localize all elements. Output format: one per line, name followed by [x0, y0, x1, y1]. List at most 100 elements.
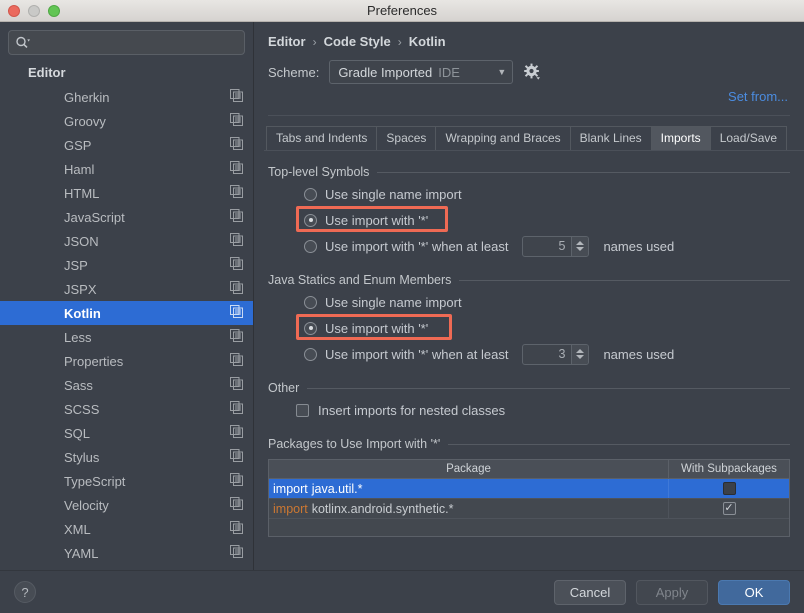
- sidebar-item-properties[interactable]: Properties: [0, 349, 253, 373]
- tab-blank-lines[interactable]: Blank Lines: [569, 126, 652, 150]
- sidebar-item-gherkin[interactable]: Gherkin: [0, 85, 253, 109]
- radio-icon[interactable]: [304, 295, 317, 309]
- option-label: Use import with '*': [325, 320, 429, 336]
- copy-scheme-icon[interactable]: [230, 545, 243, 561]
- breadcrumb-item-1[interactable]: Code Style: [324, 34, 391, 49]
- option-insert-imports-nested-classes[interactable]: Insert imports for nested classes: [268, 397, 790, 423]
- top-level-threshold-stepper[interactable]: 5: [522, 235, 590, 257]
- sidebar-item-json[interactable]: JSON: [0, 229, 253, 253]
- sidebar-item-yaml[interactable]: YAML: [0, 541, 253, 565]
- radio-icon[interactable]: [304, 321, 317, 335]
- sidebar-item-jspx[interactable]: JSPX: [0, 277, 253, 301]
- option-top-level-star-threshold[interactable]: Use import with '*' when at least 5 name…: [268, 233, 790, 259]
- radio-icon[interactable]: [304, 187, 317, 201]
- copy-scheme-icon[interactable]: [230, 161, 243, 177]
- group-title: Other: [268, 381, 300, 395]
- table-row[interactable]: import kotlinx.android.synthetic.* ✓: [269, 499, 789, 519]
- sidebar-item-html[interactable]: HTML: [0, 181, 253, 205]
- sidebar-item-scss[interactable]: SCSS: [0, 397, 253, 421]
- scheme-dropdown[interactable]: Gradle Imported IDE ▼: [329, 60, 514, 84]
- option-top-level-star-import[interactable]: Use import with '*': [268, 206, 790, 233]
- column-header-package[interactable]: Package: [269, 460, 668, 478]
- search-box[interactable]: [8, 30, 245, 55]
- copy-scheme-icon[interactable]: [230, 377, 243, 393]
- tab-wrapping-and-braces[interactable]: Wrapping and Braces: [435, 126, 571, 150]
- checkbox-icon[interactable]: [296, 403, 309, 417]
- search-icon: [15, 36, 30, 49]
- sidebar-item-velocity[interactable]: Velocity: [0, 493, 253, 517]
- cancel-button[interactable]: Cancel: [554, 579, 626, 605]
- option-top-level-single-name[interactable]: Use single name import: [268, 181, 790, 207]
- option-java-statics-single-name[interactable]: Use single name import: [268, 289, 790, 315]
- copy-scheme-icon[interactable]: [230, 113, 243, 129]
- copy-scheme-icon[interactable]: [230, 185, 243, 201]
- copy-scheme-icon[interactable]: [230, 401, 243, 417]
- stepper-value: 3: [558, 346, 566, 361]
- sidebar-item-gsp[interactable]: GSP: [0, 133, 253, 157]
- copy-scheme-icon[interactable]: [230, 353, 243, 369]
- copy-scheme-icon[interactable]: [230, 449, 243, 465]
- sidebar-item-label: SCSS: [64, 401, 100, 417]
- tab-tabs-and-indents[interactable]: Tabs and Indents: [266, 126, 378, 150]
- ok-button[interactable]: OK: [718, 579, 790, 605]
- stepper-suffix-label: names used: [603, 238, 675, 254]
- search-input[interactable]: [30, 34, 238, 51]
- copy-scheme-icon[interactable]: [230, 89, 243, 105]
- stepper-down-icon[interactable]: [576, 355, 585, 359]
- column-header-with-subpackages[interactable]: With Subpackages: [668, 460, 789, 478]
- cell-package[interactable]: import java.util.*: [269, 479, 668, 498]
- sidebar-item-kotlin[interactable]: Kotlin: [0, 301, 253, 325]
- stepper-value: 5: [558, 238, 566, 253]
- cell-with-subpackages[interactable]: [668, 479, 789, 498]
- copy-scheme-icon[interactable]: [230, 425, 243, 441]
- package-name: java.util.*: [311, 481, 363, 496]
- stepper-arrows[interactable]: [571, 236, 589, 256]
- checkbox-icon[interactable]: [722, 482, 736, 495]
- sidebar-item-sass[interactable]: Sass: [0, 373, 253, 397]
- copy-scheme-icon[interactable]: [230, 281, 243, 297]
- copy-scheme-icon[interactable]: [230, 305, 243, 321]
- copy-scheme-icon[interactable]: [230, 329, 243, 345]
- checkbox-icon[interactable]: ✓: [722, 502, 736, 515]
- copy-scheme-icon[interactable]: [230, 521, 243, 537]
- set-from-link[interactable]: Set from...: [728, 89, 788, 109]
- copy-scheme-icon[interactable]: [230, 497, 243, 513]
- copy-scheme-icon[interactable]: [230, 233, 243, 249]
- help-button[interactable]: ?: [14, 581, 36, 603]
- sidebar-item-jsp[interactable]: JSP: [0, 253, 253, 277]
- sidebar-item-javascript[interactable]: JavaScript: [0, 205, 253, 229]
- sidebar-item-sql[interactable]: SQL: [0, 421, 253, 445]
- breadcrumb-item-0[interactable]: Editor: [268, 34, 306, 49]
- scheme-row: Scheme: Gradle Imported IDE ▼: [254, 57, 804, 87]
- option-java-statics-star-import[interactable]: Use import with '*': [268, 314, 790, 341]
- sidebar-item-haml[interactable]: Haml: [0, 157, 253, 181]
- sidebar-item-label: XML: [64, 521, 91, 537]
- option-java-statics-star-threshold[interactable]: Use import with '*' when at least 3 name…: [268, 341, 790, 367]
- tab-load-save[interactable]: Load/Save: [709, 126, 788, 150]
- apply-button[interactable]: Apply: [636, 579, 708, 605]
- breadcrumb-item-2: Kotlin: [408, 34, 446, 49]
- cell-with-subpackages[interactable]: ✓: [668, 499, 789, 518]
- sidebar-item-less[interactable]: Less: [0, 325, 253, 349]
- tab-spaces[interactable]: Spaces: [376, 126, 437, 150]
- copy-scheme-icon[interactable]: [230, 473, 243, 489]
- radio-icon[interactable]: [304, 347, 317, 361]
- gear-icon[interactable]: [523, 63, 541, 81]
- radio-icon[interactable]: [304, 213, 317, 227]
- stepper-up-icon[interactable]: [576, 241, 585, 245]
- stepper-down-icon[interactable]: [576, 247, 585, 251]
- sidebar-item-xml[interactable]: XML: [0, 517, 253, 541]
- java-statics-threshold-stepper[interactable]: 3: [522, 343, 590, 365]
- sidebar-item-typescript[interactable]: TypeScript: [0, 469, 253, 493]
- tab-imports[interactable]: Imports: [650, 126, 711, 150]
- copy-scheme-icon[interactable]: [230, 209, 243, 225]
- copy-scheme-icon[interactable]: [230, 137, 243, 153]
- radio-icon[interactable]: [304, 239, 317, 253]
- sidebar-item-groovy[interactable]: Groovy: [0, 109, 253, 133]
- copy-scheme-icon[interactable]: [230, 257, 243, 273]
- table-row[interactable]: import java.util.*: [269, 479, 789, 499]
- cell-package[interactable]: import kotlinx.android.synthetic.*: [269, 499, 668, 518]
- stepper-up-icon[interactable]: [576, 349, 585, 353]
- sidebar-item-stylus[interactable]: Stylus: [0, 445, 253, 469]
- stepper-arrows[interactable]: [571, 344, 589, 364]
